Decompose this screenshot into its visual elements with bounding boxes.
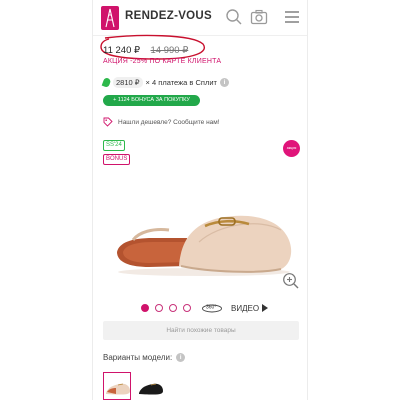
svg-text:360°: 360° [206,305,216,311]
brand-name[interactable]: RENDEZ-VOUS [125,10,212,22]
old-price: 14 990 ₽ [150,45,189,56]
gallery-dot[interactable] [155,304,163,312]
variants-header: Варианты модели: i [103,351,186,363]
price-row: 11 240 ₽ 14 990 ₽ [103,40,188,56]
search-icon[interactable] [225,8,243,26]
video-button[interactable]: ВИДЕО [231,303,269,313]
bonus-button[interactable]: + 1124 БОНУСА ЗА ПОКУПКУ [103,95,200,106]
info-icon[interactable]: i [176,352,186,362]
zoom-icon[interactable] [282,272,300,290]
variants-label: Варианты модели: [103,352,173,362]
find-similar-button[interactable]: Найти похожие товары [103,321,299,340]
play-icon [262,304,269,312]
variant-thumbnail-beige[interactable] [103,372,131,400]
camera-icon[interactable] [250,8,268,26]
split-payment-row[interactable]: 2810 ₽ × 4 платежа в Сплит i [101,76,229,88]
info-icon[interactable]: i [219,77,229,87]
promo-text: АКЦИЯ -25% ПО КАРТЕ КЛИЕНТА [103,58,222,65]
logo-icon[interactable] [101,6,119,30]
sale-badge: акция [283,140,300,157]
screen: RENDEZ-VOUS 11 240 ₽ 14 990 ₽ АКЦИЯ -25%… [0,0,400,400]
season-badge: SS'24 [103,140,125,151]
found-cheaper-row[interactable]: Нашли дешевле? Сообщите нам! [103,116,220,128]
price-tag-icon [103,117,113,127]
current-price: 11 240 ₽ [103,45,141,56]
variant-thumbnail-black[interactable] [137,372,165,400]
split-amount: 2810 ₽ [113,76,143,88]
site-header: RENDEZ-VOUS [93,0,307,36]
gallery-dot[interactable] [169,304,177,312]
bonus-badge: BONUS [103,154,131,165]
menu-icon[interactable] [283,8,301,26]
gallery-dot[interactable] [141,304,149,312]
video-label: ВИДЕО [231,303,260,313]
rotate-360-icon[interactable]: 360° [201,303,223,313]
gallery-controls: 360° ВИДЕО [141,302,269,314]
product-image[interactable] [109,180,299,280]
split-text: × 4 платежа в Сплит [145,77,217,87]
product-page: RENDEZ-VOUS 11 240 ₽ 14 990 ₽ АКЦИЯ -25%… [92,0,308,400]
found-cheaper-link[interactable]: Нашли дешевле? Сообщите нам! [118,119,220,126]
split-leaf-icon [101,76,112,88]
gallery-dot[interactable] [183,304,191,312]
